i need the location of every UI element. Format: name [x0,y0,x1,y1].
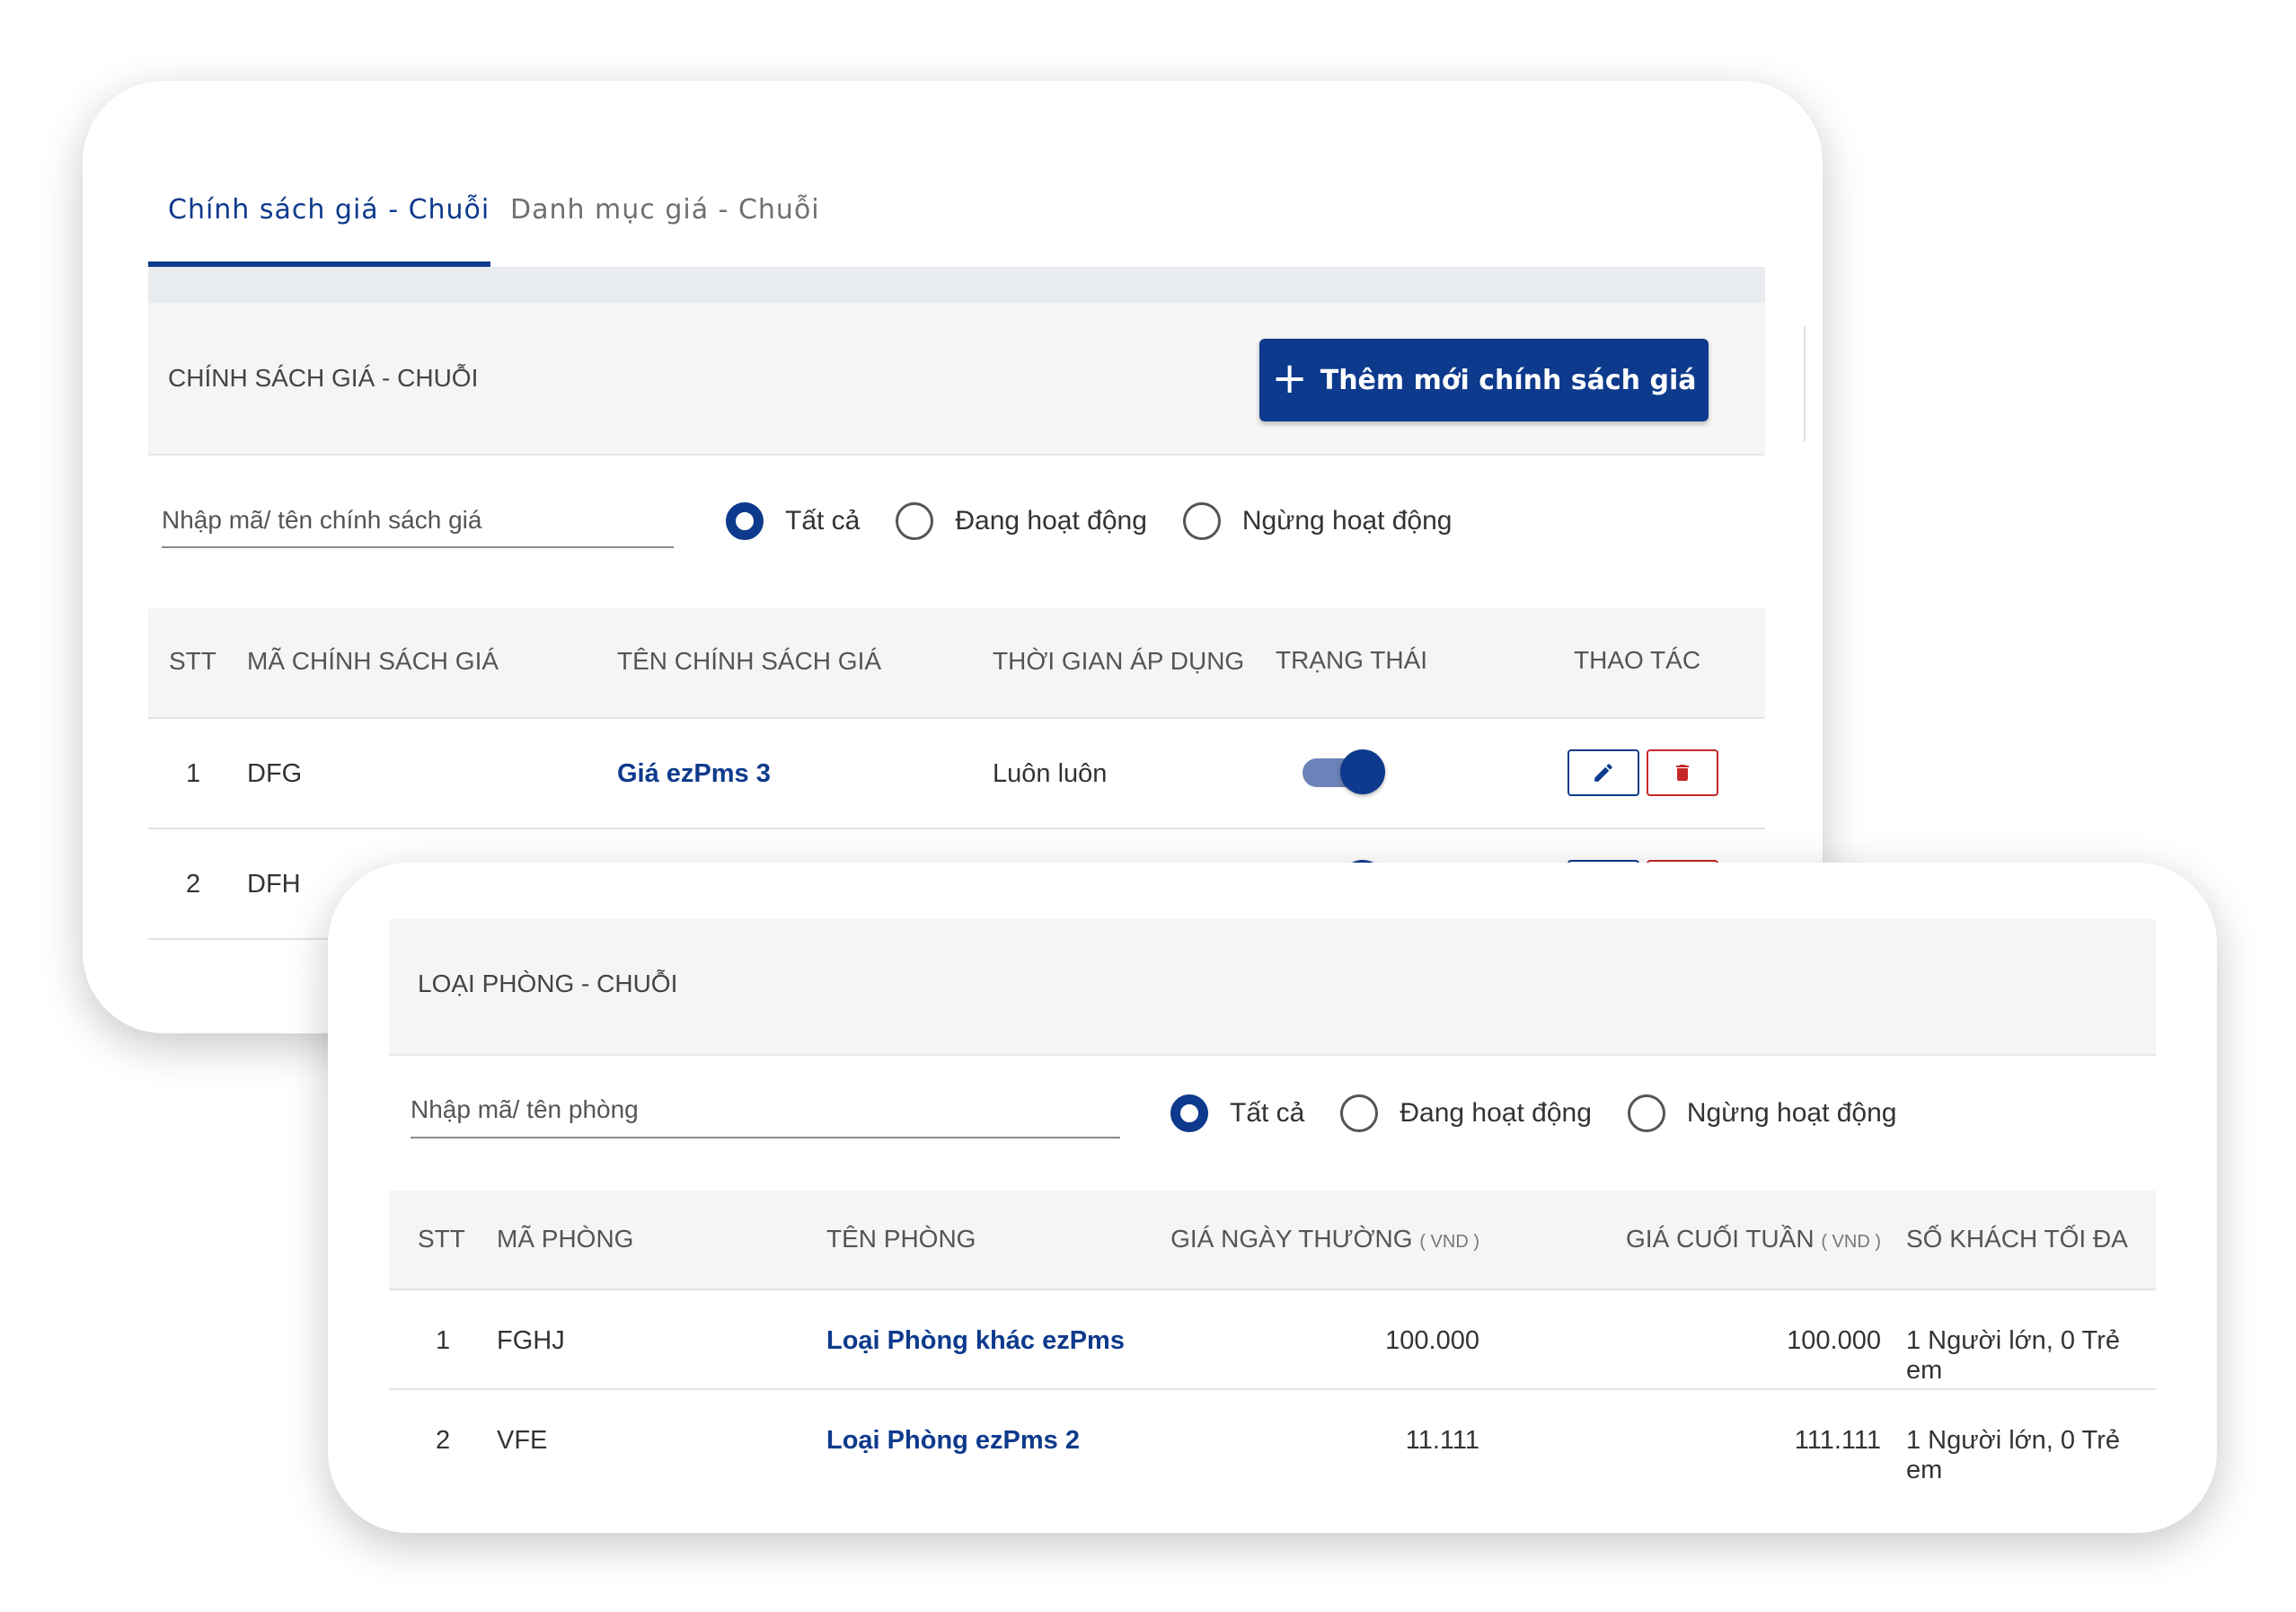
col-weekday-price: GIÁ NGÀY THƯỜNG ( VND ) [1170,1225,1479,1253]
trash-icon [1676,765,1689,781]
radio-label: Ngừng hoạt động [1241,506,1453,536]
toggle-knob [1340,749,1385,794]
filter-inactive-radio[interactable]: Ngừng hoạt động [1627,1094,1897,1132]
room-search-input[interactable] [411,1083,1120,1138]
policy-search-input[interactable] [162,494,674,548]
radio-label: Tất cả [1230,1098,1305,1128]
col-period: THỜI GIAN ÁP DỤNG [993,647,1245,675]
col-actions: THAO TÁC [1574,646,1701,674]
table-row: 2 VFE Loại Phòng ezPms 2 11.111 111.111 … [389,1390,2156,1490]
col-room-code: MÃ PHÒNG [497,1225,634,1253]
radio-label: Đang hoạt động [1400,1098,1592,1128]
row-room-name-link[interactable]: Loại Phòng ezPms 2 [826,1426,1080,1456]
pencil-icon [1594,764,1612,782]
add-button-label: Thêm mới chính sách giá [1320,364,1697,396]
filter-active-radio[interactable]: Đang hoạt động [1340,1094,1592,1132]
status-toggle[interactable] [1303,749,1385,794]
row-room-name-link[interactable]: Loại Phòng khác ezPms [826,1326,1125,1356]
row-room-code: FGHJ [497,1326,565,1355]
col-max-guests: SỐ KHÁCH TỐI ĐA [1906,1225,2128,1253]
radio-label: Ngừng hoạt động [1686,1098,1897,1128]
row-weekend-price: 100.000 [1787,1326,1881,1355]
col-room-name: TÊN PHÒNG [826,1225,976,1253]
row-stt: 2 [436,1426,451,1455]
tab-price-policy[interactable]: Chính sách giá - Chuỗi [148,171,490,267]
row-max-guests: 1 Người lớn, 0 Trẻ em [1906,1326,2120,1385]
table-header: STT MÃ PHÒNG TÊN PHÒNG GIÁ NGÀY THƯỜNG (… [389,1191,2156,1290]
row-stt: 1 [436,1326,451,1355]
edit-button[interactable] [1567,749,1639,796]
tab-price-catalog[interactable]: Danh mục giá - Chuỗi [490,171,820,267]
col-stt: STT [418,1225,465,1253]
radio-circle [726,502,764,540]
tab-bar: Chính sách giá - Chuỗi Danh mục giá - Ch… [148,171,1765,267]
row-room-code: VFE [497,1426,548,1455]
row-max-guests: 1 Người lớn, 0 Trẻ em [1906,1426,2120,1484]
row-code: DFG [247,759,303,788]
section-title: CHÍNH SÁCH GIÁ - CHUỖI [168,364,479,392]
radio-circle [1627,1094,1665,1132]
section-header: LOẠI PHÒNG - CHUỖI [389,919,2156,1056]
add-price-policy-button[interactable]: + Thêm mới chính sách giá [1259,339,1709,421]
radio-circle [896,502,934,540]
row-weekday-price: 100.000 [1385,1326,1479,1355]
room-type-card: LOẠI PHÒNG - CHUỖI Tất cả Đang hoạt động… [328,863,2217,1533]
row-code: DFH [247,870,301,899]
section-header: CHÍNH SÁCH GIÁ - CHUỖI + Thêm mới chính … [148,303,1806,456]
radio-circle [1170,1094,1208,1132]
radio-label: Đang hoạt động [955,506,1147,536]
col-status: TRẠNG THÁI [1276,646,1428,674]
header-divider [1804,326,1806,441]
radio-circle [1182,502,1221,540]
col-code: MÃ CHÍNH SÁCH GIÁ [247,647,499,675]
table-row: 1 DFG Giá ezPms 3 Luôn luôn [148,719,1765,829]
filter-all-radio[interactable]: Tất cả [1170,1094,1304,1132]
row-weekday-price: 11.111 [1405,1426,1479,1455]
plus-icon: + [1271,353,1308,403]
radio-label: Tất cả [785,506,861,536]
currency-unit: ( VND ) [1419,1232,1479,1252]
weekend-price-label: GIÁ CUỐI TUẦN [1626,1225,1815,1253]
col-weekend-price: GIÁ CUỐI TUẦN ( VND ) [1626,1225,1881,1253]
row-period: Luôn luôn [993,759,1108,788]
table-header: STT MÃ CHÍNH SÁCH GIÁ TÊN CHÍNH SÁCH GIÁ… [148,608,1765,719]
row-policy-name-link[interactable]: Giá ezPms 3 [617,759,771,789]
currency-unit: ( VND ) [1821,1232,1881,1252]
section-title: LOẠI PHÒNG - CHUỖI [418,970,678,997]
filter-active-radio[interactable]: Đang hoạt động [896,502,1147,540]
filter-inactive-radio[interactable]: Ngừng hoạt động [1182,502,1453,540]
row-weekend-price: 111.111 [1794,1426,1881,1455]
col-stt: STT [169,647,216,675]
row-stt: 2 [186,870,201,899]
weekday-price-label: GIÁ NGÀY THƯỜNG [1170,1225,1413,1253]
row-stt: 1 [186,759,201,788]
tab-divider [148,267,1765,303]
status-filter: Tất cả Đang hoạt động Ngừng hoạt động [726,502,1488,540]
radio-circle [1340,1094,1379,1132]
col-name: TÊN CHÍNH SÁCH GIÁ [617,647,882,675]
filter-all-radio[interactable]: Tất cả [726,502,860,540]
status-filter: Tất cả Đang hoạt động Ngừng hoạt động [1170,1094,1933,1132]
table-row: 1 FGHJ Loại Phòng khác ezPms 100.000 100… [389,1290,2156,1390]
delete-button[interactable] [1647,749,1718,796]
